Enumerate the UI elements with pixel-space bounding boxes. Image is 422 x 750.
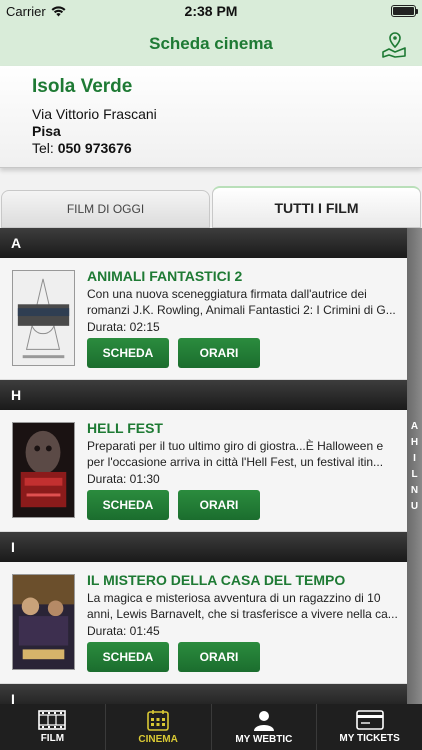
carrier-label: Carrier — [6, 3, 46, 19]
section-index-bar[interactable]: A H I L N U — [407, 228, 422, 704]
scheda-button[interactable]: SCHEDA — [87, 490, 169, 520]
movie-poster-image[interactable] — [12, 574, 75, 670]
tabbar-label: MY WEBTIC — [235, 734, 293, 745]
list-item[interactable]: IL MISTERO DELLA CASA DEL TEMPO La magic… — [0, 562, 407, 684]
tab-film-di-oggi[interactable]: FILM DI OGGI — [1, 190, 210, 228]
film-description: Con una nuova sceneggiatura firmata dall… — [87, 286, 405, 318]
film-title[interactable]: HELL FEST — [87, 420, 163, 436]
movie-poster-image[interactable] — [12, 422, 75, 518]
tabbar-item-my-webtic[interactable]: MY WEBTIC — [212, 704, 318, 750]
cinema-street: Via Vittorio Frascani — [32, 106, 157, 122]
cinema-icon — [147, 710, 169, 731]
film-description-line: per l'occasione arriva in città l'Hell F… — [87, 455, 384, 469]
tel-number[interactable]: 050 973676 — [58, 140, 132, 156]
film-description-line: anni, Lewis Barnavelt, che si trasferisc… — [87, 607, 398, 621]
ticket-icon — [355, 710, 384, 730]
battery-icon — [391, 5, 418, 17]
tabbar-label: FILM — [40, 733, 65, 744]
map-pin-icon[interactable] — [380, 30, 408, 58]
orari-button[interactable]: ORARI — [178, 490, 260, 520]
tabbar-item-film[interactable]: FILM — [0, 704, 106, 750]
tabbar-item-cinema[interactable]: CINEMA — [106, 704, 212, 750]
orari-button[interactable]: ORARI — [178, 642, 260, 672]
film-duration: Durata: 01:30 — [87, 472, 160, 486]
list-item[interactable]: HELL FEST Preparati per il tuo ultimo gi… — [0, 410, 407, 532]
cinema-phone: Tel: 050 973676 — [32, 140, 390, 157]
tabbar-item-my-tickets[interactable]: MY TICKETS — [317, 704, 422, 750]
film-icon — [38, 710, 67, 730]
tab-tutti-i-film[interactable]: TUTTI I FILM — [212, 186, 421, 228]
bottom-tab-bar: FILM CINEMA MY WEBTIC MY TICKETS — [0, 704, 422, 750]
index-letter[interactable]: A — [411, 420, 418, 433]
cinema-name: Isola Verde — [32, 76, 133, 97]
nav-bar: Scheda cinema — [0, 22, 422, 66]
tabbar-label: CINEMA — [138, 734, 178, 745]
index-letter[interactable]: I — [413, 452, 416, 465]
film-list[interactable]: A ANIMALI FANTASTICI 2 Con una nuova sce… — [0, 228, 407, 704]
page-title: Scheda cinema — [149, 34, 273, 53]
list-item[interactable]: ANIMALI FANTASTICI 2 Con una nuova scene… — [0, 258, 407, 380]
cinema-info-card: Isola Verde Via Vittorio Frascani Pisa T… — [0, 66, 422, 168]
film-description-line: romanzi J.K. Rowling, Animali Fantastici… — [87, 303, 396, 317]
film-duration: Durata: 02:15 — [87, 320, 160, 334]
section-header-a: A — [0, 228, 407, 258]
cinema-city: Pisa — [32, 123, 61, 139]
tabbar-label: MY TICKETS — [339, 733, 400, 744]
scheda-button[interactable]: SCHEDA — [87, 338, 169, 368]
section-header-i-next: I — [0, 684, 407, 704]
index-letter[interactable]: L — [411, 468, 417, 481]
orari-button[interactable]: ORARI — [178, 338, 260, 368]
film-description: Preparati per il tuo ultimo giro di gios… — [87, 438, 405, 470]
film-description: La magica e misteriosa avventura di un r… — [87, 590, 405, 622]
wifi-icon — [51, 5, 66, 16]
scheda-button[interactable]: SCHEDA — [87, 642, 169, 672]
film-title[interactable]: ANIMALI FANTASTICI 2 — [87, 268, 242, 284]
index-letter[interactable]: U — [411, 500, 418, 513]
film-tabs: FILM DI OGGI TUTTI I FILM — [0, 186, 422, 228]
section-header-i: I — [0, 532, 407, 562]
film-description-line: Preparati per il tuo ultimo giro di gios… — [87, 439, 384, 453]
index-letter[interactable]: N — [411, 484, 418, 497]
user-icon — [253, 711, 274, 731]
status-bar: Carrier 2:38 PM — [0, 0, 422, 22]
film-description-line: Con una nuova sceneggiatura firmata dall… — [87, 287, 367, 301]
film-description-line: La magica e misteriosa avventura di un r… — [87, 591, 381, 605]
film-duration: Durata: 01:45 — [87, 624, 160, 638]
section-header-h: H — [0, 380, 407, 410]
movie-poster-image[interactable] — [12, 270, 75, 366]
film-title[interactable]: IL MISTERO DELLA CASA DEL TEMPO — [87, 572, 345, 588]
index-letter[interactable]: H — [411, 436, 418, 449]
tel-label: Tel: — [32, 140, 54, 156]
status-left: Carrier — [6, 4, 66, 19]
